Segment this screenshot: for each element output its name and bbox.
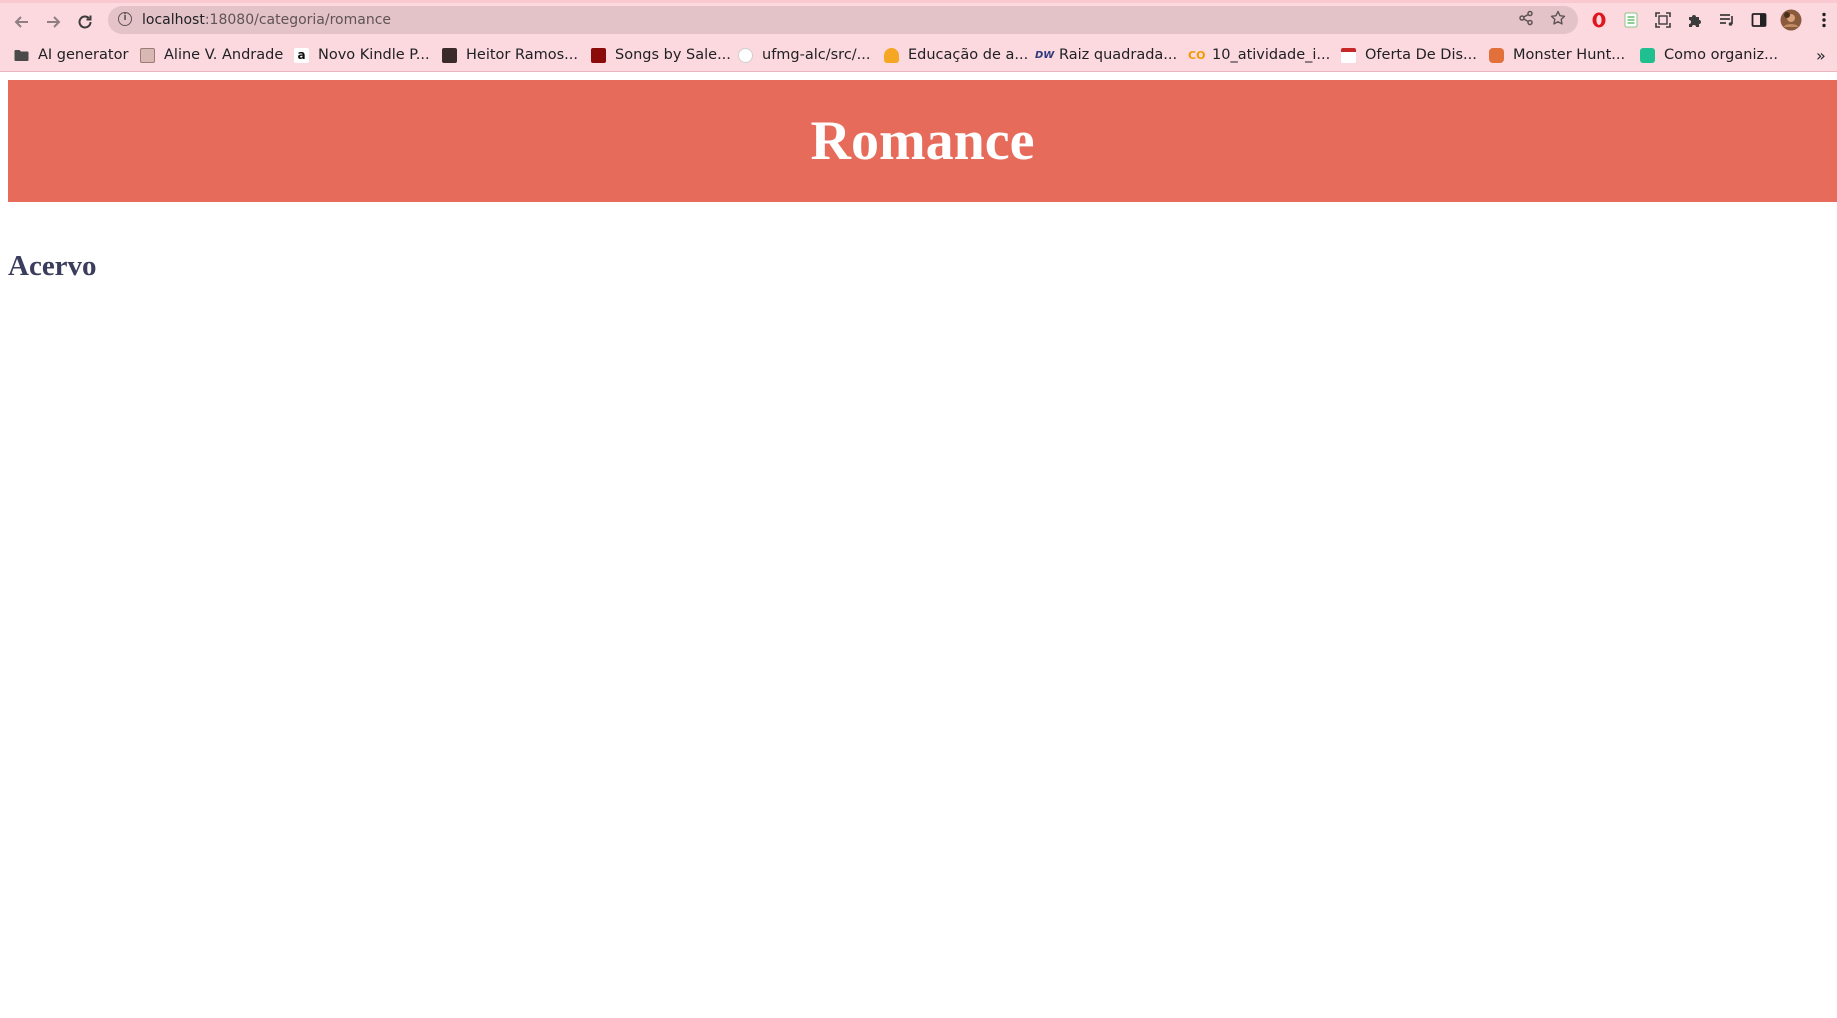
bookmark-atividade[interactable]: CO 10_atividade_i... — [1188, 43, 1330, 67]
bookmark-label: Heitor Ramos... — [466, 47, 578, 63]
site-favicon — [884, 47, 899, 63]
sheet-extension-icon[interactable] — [1619, 8, 1643, 32]
bookmark-label: Monster Hunt... — [1513, 47, 1626, 63]
bookmark-raiz-quadrada[interactable]: DW Raiz quadrada... — [1035, 43, 1177, 67]
bookmark-label: 10_atividade_i... — [1212, 47, 1331, 63]
bookmark-label: Como organiz... — [1664, 47, 1778, 63]
bookmark-label: Oferta De Dis... — [1365, 47, 1477, 63]
bookmark-como-organizar[interactable]: Como organiz... — [1640, 43, 1778, 67]
bookmark-label: ufmg-alc/src/... — [762, 47, 871, 63]
site-favicon — [1640, 47, 1655, 63]
section-title-acervo: Acervo — [8, 250, 97, 282]
bookmark-label: AI generator — [38, 47, 129, 63]
address-bar[interactable]: i localhost:18080/categoria/romance — [108, 6, 1578, 34]
bookmarks-bar: AI generator Aline V. Andrade a Novo Kin… — [0, 40, 1837, 72]
site-favicon — [442, 47, 457, 63]
amazon-icon: a — [294, 47, 309, 63]
star-icon[interactable] — [1548, 10, 1568, 30]
puzzle-icon[interactable] — [1683, 8, 1707, 32]
url-path: :18080/categoria/romance — [204, 12, 391, 28]
reload-icon[interactable] — [72, 9, 98, 35]
arrow-right-icon[interactable] — [40, 9, 66, 35]
arrow-left-icon[interactable] — [9, 9, 35, 35]
bookmark-heitor[interactable]: Heitor Ramos... — [442, 43, 578, 67]
browser-chrome: i localhost:18080/categoria/romance AI g… — [0, 0, 1837, 72]
bookmark-kindle[interactable]: a Novo Kindle P... — [294, 43, 430, 67]
side-panel-icon[interactable] — [1747, 8, 1771, 32]
site-favicon — [1341, 47, 1356, 63]
site-favicon — [591, 47, 606, 63]
url-host: localhost — [142, 12, 205, 28]
site-favicon — [140, 47, 155, 63]
site-favicon — [1489, 47, 1504, 63]
bookmark-label: Novo Kindle P... — [318, 47, 430, 63]
bookmark-educacao[interactable]: Educação de a... — [884, 43, 1028, 67]
github-icon — [738, 47, 753, 63]
folder-icon — [14, 48, 29, 63]
bookmark-label: Educação de a... — [908, 47, 1029, 63]
opera-extension-icon[interactable] — [1587, 8, 1611, 32]
chrome-divider — [0, 71, 1837, 72]
bookmark-monster-hunter[interactable]: Monster Hunt... — [1489, 43, 1625, 67]
info-icon[interactable]: i — [118, 12, 132, 26]
bookmark-label: Aline V. Andrade — [164, 47, 284, 63]
share-icon[interactable] — [1516, 10, 1536, 30]
bookmark-label: Songs by Sale... — [615, 47, 731, 63]
bookmark-aline[interactable]: Aline V. Andrade — [140, 43, 283, 67]
bookmark-oferta[interactable]: Oferta De Dis... — [1341, 43, 1477, 67]
tab-strip-edge — [0, 0, 1837, 3]
avatar[interactable] — [1779, 8, 1803, 32]
bookmarks-overflow-button[interactable]: » — [1816, 43, 1826, 67]
address-url[interactable]: localhost:18080/categoria/romance — [142, 12, 391, 28]
screenshot-icon[interactable] — [1651, 8, 1675, 32]
bookmark-label: Raiz quadrada... — [1059, 47, 1178, 63]
colab-icon: CO — [1188, 48, 1206, 62]
bookmark-folder-ai-generator[interactable]: AI generator — [14, 43, 128, 67]
kebab-menu-icon[interactable] — [1812, 8, 1836, 32]
site-favicon: DW — [1035, 49, 1055, 61]
media-control-icon[interactable] — [1715, 8, 1739, 32]
bookmark-songs[interactable]: Songs by Sale... — [591, 43, 731, 67]
page-title: Romance — [810, 110, 1035, 172]
page-header: Romance — [8, 80, 1837, 202]
bookmark-ufmg-alc[interactable]: ufmg-alc/src/... — [738, 43, 871, 67]
